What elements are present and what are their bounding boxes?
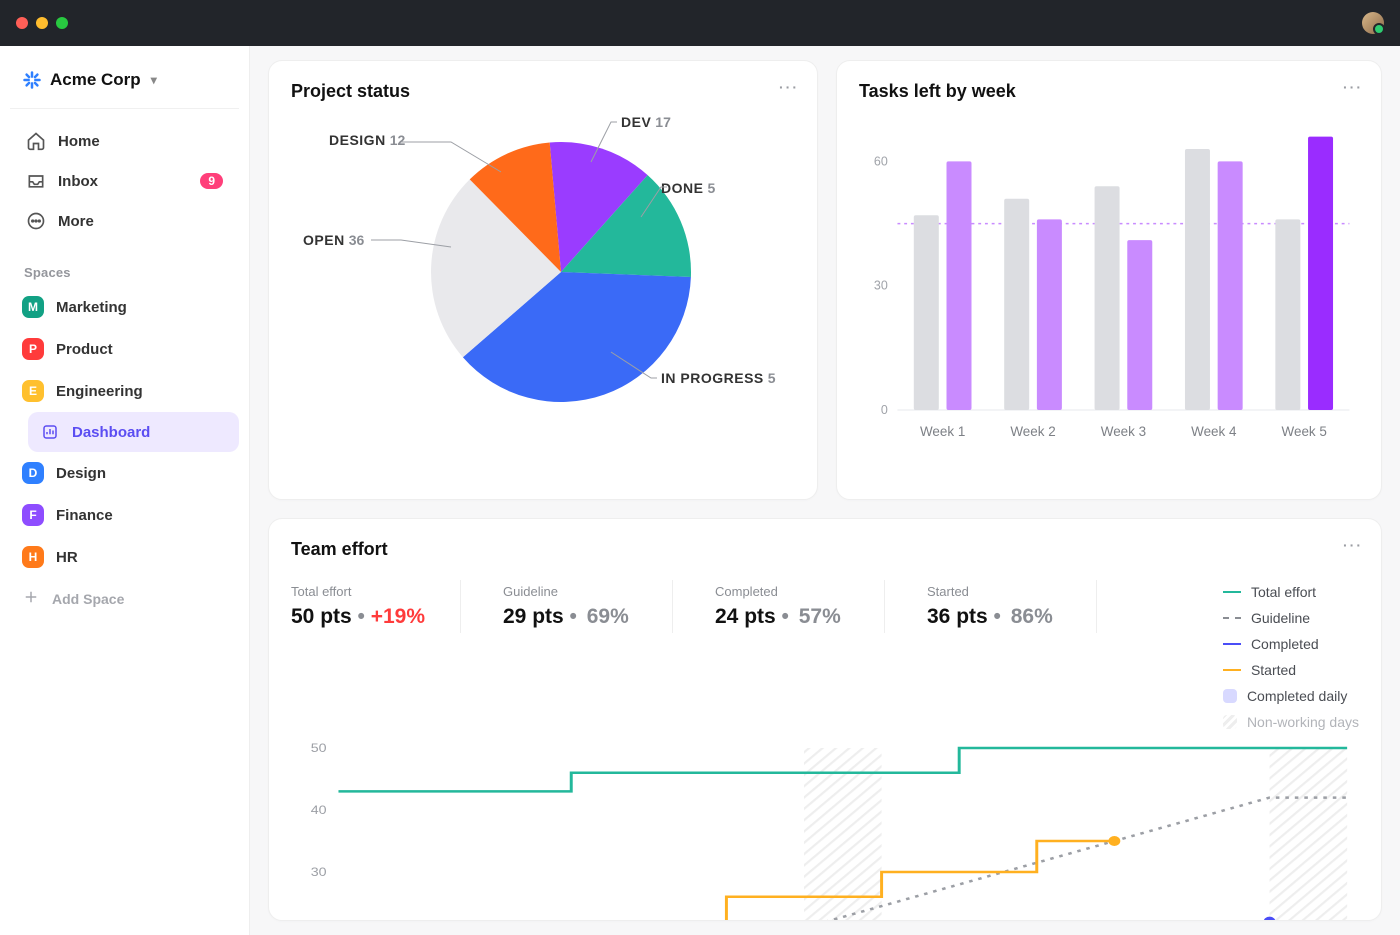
legend-completed-daily: Completed daily — [1223, 688, 1359, 704]
space-label: Finance — [56, 507, 113, 524]
svg-text:Week 5: Week 5 — [1282, 424, 1328, 439]
minimize-window-icon[interactable] — [36, 17, 48, 29]
primary-nav: Home Inbox 9 More — [10, 109, 239, 249]
card-title: Project status — [291, 81, 795, 102]
home-icon — [26, 131, 46, 151]
space-label: Dashboard — [72, 424, 150, 441]
effort-legend: Total effort Guideline Completed Started… — [1223, 580, 1359, 730]
svg-text:60: 60 — [874, 153, 888, 168]
space-finance[interactable]: F Finance — [10, 494, 239, 536]
bar-chart: 0 30 60 Week 1 Week 2 Week 3 Week 4 Week 5 — [859, 110, 1359, 450]
space-badge-icon: P — [22, 338, 44, 360]
legend-total: Total effort — [1223, 584, 1359, 600]
svg-text:50: 50 — [311, 742, 327, 755]
more-icon — [26, 211, 46, 231]
workspace-name: Acme Corp — [50, 70, 141, 90]
space-product[interactable]: P Product — [10, 328, 239, 370]
nav-more[interactable]: More — [14, 201, 235, 241]
main-content: Project status ··· DEV17 DONE5 IN PROGRE… — [250, 46, 1400, 935]
titlebar — [0, 0, 1400, 46]
space-badge-icon: F — [22, 504, 44, 526]
fullscreen-window-icon[interactable] — [56, 17, 68, 29]
sidebar: Acme Corp ▾ Home Inbox 9 More — [0, 46, 250, 935]
nav-inbox[interactable]: Inbox 9 — [14, 161, 235, 201]
card-menu-button[interactable]: ··· — [1343, 79, 1363, 95]
space-badge-icon: E — [22, 380, 44, 402]
pie-chart: DEV17 DONE5 IN PROGRESS5 OPEN36 DESIGN12 — [291, 102, 795, 432]
metric-guideline: Guideline 29 pts • 69% — [503, 580, 673, 633]
nav-label: Home — [58, 133, 100, 150]
pie-svg — [421, 132, 701, 412]
legend-started: Started — [1223, 662, 1359, 678]
space-label: Design — [56, 465, 106, 482]
spaces-heading: Spaces — [10, 249, 239, 286]
space-label: Marketing — [56, 299, 127, 316]
space-design[interactable]: D Design — [10, 452, 239, 494]
metric-total: Total effort 50 pts • +19% — [291, 580, 461, 633]
svg-text:30: 30 — [874, 277, 888, 292]
space-hr[interactable]: H HR — [10, 536, 239, 578]
window-controls[interactable] — [16, 17, 68, 29]
nav-home[interactable]: Home — [14, 121, 235, 161]
pie-label-dev: DEV17 — [621, 114, 671, 130]
card-team-effort: Team effort ··· Total effort 50 pts • +1… — [268, 518, 1382, 921]
workspace-switcher[interactable]: Acme Corp ▾ — [10, 64, 239, 109]
pie-label-open: OPEN36 — [303, 232, 364, 248]
plus-icon — [22, 588, 40, 609]
metric-completed: Completed 24 pts • 57% — [715, 580, 885, 633]
card-menu-button[interactable]: ··· — [1343, 537, 1363, 553]
card-title: Tasks left by week — [859, 81, 1359, 102]
pie-label-inprogress: IN PROGRESS5 — [661, 370, 776, 386]
inbox-icon — [26, 171, 46, 191]
inbox-badge: 9 — [200, 173, 223, 189]
legend-guideline: Guideline — [1223, 610, 1359, 626]
card-tasks-week: Tasks left by week ··· 0 30 60 Week 1 Week 2… — [836, 60, 1382, 500]
legend-completed: Completed — [1223, 636, 1359, 652]
effort-chart: 20304050 — [291, 742, 1359, 921]
nav-label: Inbox — [58, 173, 98, 190]
nav-label: More — [58, 213, 94, 230]
add-space-label: Add Space — [52, 591, 124, 607]
space-badge-icon: H — [22, 546, 44, 568]
dashboard-icon — [40, 422, 60, 442]
spaces-list: M Marketing P Product E Engineering Dash… — [10, 286, 239, 619]
avatar[interactable] — [1362, 12, 1384, 34]
pie-label-done: DONE5 — [661, 180, 715, 196]
svg-text:Week 2: Week 2 — [1010, 424, 1055, 439]
svg-text:30: 30 — [311, 865, 327, 879]
svg-text:Week 3: Week 3 — [1101, 424, 1147, 439]
space-dashboard[interactable]: Dashboard — [28, 412, 239, 452]
space-label: Product — [56, 341, 113, 358]
space-label: HR — [56, 549, 78, 566]
space-marketing[interactable]: M Marketing — [10, 286, 239, 328]
space-badge-icon: M — [22, 296, 44, 318]
svg-text:0: 0 — [881, 402, 888, 417]
close-window-icon[interactable] — [16, 17, 28, 29]
svg-text:40: 40 — [311, 803, 327, 817]
legend-nonworking: Non-working days — [1223, 714, 1359, 730]
svg-text:Week 1: Week 1 — [920, 424, 965, 439]
metrics-row: Total effort 50 pts • +19% Guideline 29 … — [291, 580, 1359, 730]
space-label: Engineering — [56, 383, 143, 400]
card-menu-button[interactable]: ··· — [779, 79, 799, 95]
space-badge-icon: D — [22, 462, 44, 484]
workspace-logo-icon — [22, 70, 42, 90]
metric-started: Started 36 pts • 86% — [927, 580, 1097, 633]
svg-text:Week 4: Week 4 — [1191, 424, 1237, 439]
card-title: Team effort — [291, 539, 1359, 560]
space-engineering[interactable]: E Engineering — [10, 370, 239, 412]
card-project-status: Project status ··· DEV17 DONE5 IN PROGRE… — [268, 60, 818, 500]
chevron-down-icon: ▾ — [151, 73, 157, 87]
pie-label-design: DESIGN12 — [329, 132, 405, 148]
add-space-button[interactable]: Add Space — [10, 578, 239, 619]
